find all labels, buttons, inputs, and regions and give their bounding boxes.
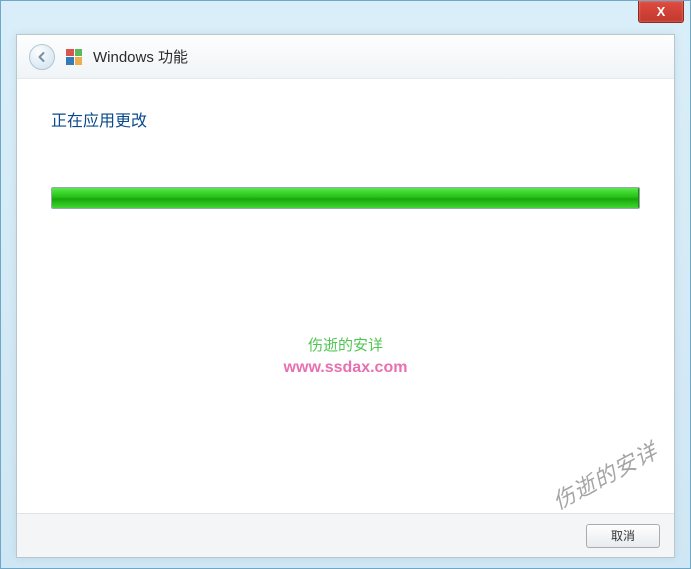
dialog: Windows 功能 正在应用更改 伤逝的安详 www.ssdax.com 伤逝…: [16, 34, 675, 558]
back-button[interactable]: [29, 44, 55, 70]
dialog-content: 正在应用更改 伤逝的安详 www.ssdax.com 伤逝的安详: [17, 79, 674, 513]
watermark-center: 伤逝的安详 www.ssdax.com: [284, 334, 408, 377]
status-text: 正在应用更改: [51, 107, 640, 131]
close-button[interactable]: X: [638, 1, 684, 23]
progress-bar: [51, 187, 640, 209]
watermark-text-1: 伤逝的安详: [284, 334, 408, 355]
dialog-header: Windows 功能: [17, 35, 674, 79]
back-arrow-icon: [36, 51, 48, 63]
dialog-footer: 取消: [17, 513, 674, 557]
window-frame: X Windows 功能 正在应用更改 伤逝的安详: [0, 0, 691, 569]
windows-features-icon: [65, 48, 83, 66]
watermark-text-2: www.ssdax.com: [284, 359, 408, 377]
cancel-button[interactable]: 取消: [586, 524, 660, 548]
watermark-corner: 伤逝的安详: [546, 434, 663, 516]
titlebar: X: [1, 1, 690, 29]
progress-fill: [52, 188, 639, 208]
dialog-title: Windows 功能: [93, 46, 188, 67]
close-icon: X: [657, 4, 666, 19]
